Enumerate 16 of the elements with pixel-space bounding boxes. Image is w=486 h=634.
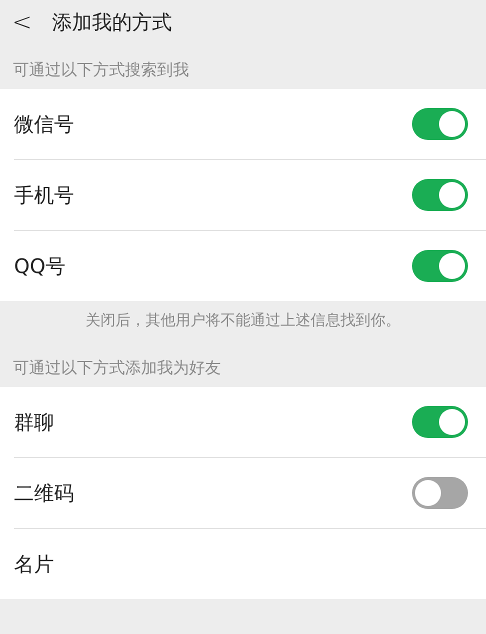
toggle-switch[interactable]: [412, 179, 468, 211]
setting-label: 名片: [14, 550, 54, 578]
setting-label: 微信号: [14, 110, 74, 138]
setting-label: 手机号: [14, 182, 74, 208]
page-title: 添加我的方式: [52, 8, 172, 36]
setting-label: 群聊: [14, 408, 54, 436]
toggle-switch[interactable]: [412, 477, 468, 509]
info-note: 关闭后，其他用户将不能通过上述信息找到你。: [84, 310, 402, 331]
toggle-switch[interactable]: [412, 108, 468, 140]
section-label: 可通过以下方式搜索到我: [12, 59, 190, 81]
toggle-switch[interactable]: [412, 250, 468, 282]
section-label: 可通过以下方式添加我为好友: [12, 357, 222, 379]
setting-label: QQ号: [14, 252, 66, 280]
back-icon[interactable]: <: [12, 8, 32, 36]
toggle-switch[interactable]: [412, 406, 468, 438]
setting-label: 二维码: [14, 480, 74, 506]
